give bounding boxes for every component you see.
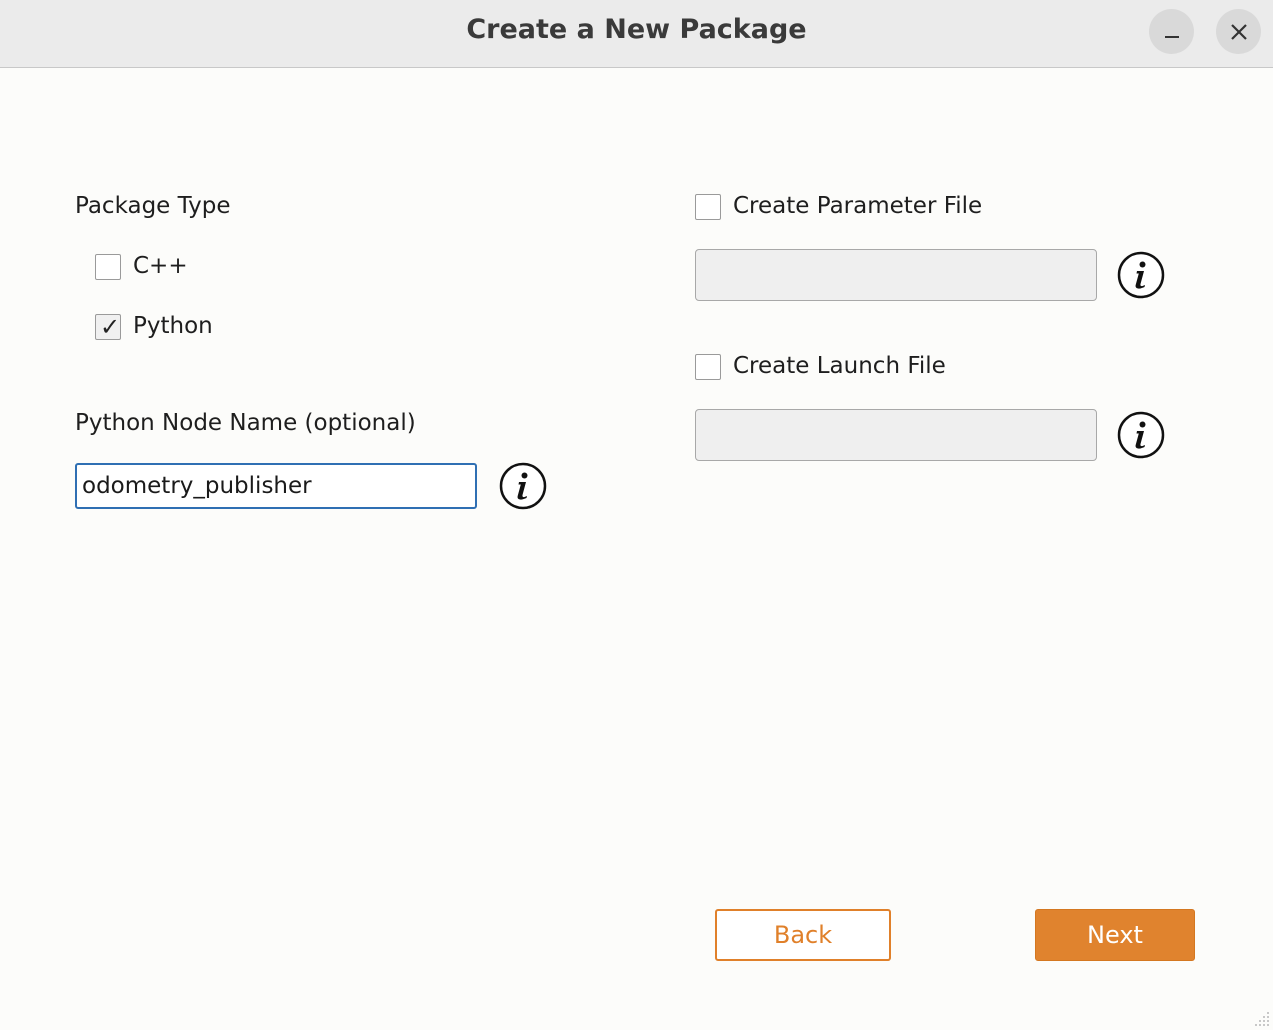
parameter-file-label[interactable]: Create Parameter File	[733, 193, 982, 219]
cpp-label[interactable]: C++	[133, 253, 188, 279]
cpp-checkbox[interactable]	[95, 254, 121, 280]
parameter-file-input[interactable]	[695, 249, 1097, 301]
python-checkbox[interactable]: ✓	[95, 313, 121, 341]
node-name-label: Python Node Name (optional)	[75, 410, 416, 436]
launch-file-checkbox[interactable]	[695, 354, 721, 380]
next-button[interactable]: Next	[1035, 909, 1195, 961]
minimize-button[interactable]	[1149, 9, 1194, 54]
resize-grip-icon[interactable]	[1253, 1010, 1271, 1028]
info-icon[interactable]	[499, 462, 547, 510]
node-name-input[interactable]	[75, 463, 477, 509]
info-icon[interactable]	[1117, 411, 1165, 459]
python-label[interactable]: Python	[133, 313, 213, 339]
launch-file-input[interactable]	[695, 409, 1097, 461]
close-icon	[1230, 23, 1247, 40]
package-type-heading: Package Type	[75, 193, 231, 219]
window-title: Create a New Package	[466, 14, 807, 45]
info-icon[interactable]	[1117, 251, 1165, 299]
title-bar: Create a New Package	[0, 0, 1273, 68]
close-button[interactable]	[1216, 9, 1261, 54]
back-button[interactable]: Back	[715, 909, 891, 961]
parameter-file-checkbox[interactable]	[695, 194, 721, 220]
minimize-icon	[1164, 35, 1179, 38]
checkmark-icon: ✓	[100, 313, 121, 341]
launch-file-label[interactable]: Create Launch File	[733, 353, 946, 379]
